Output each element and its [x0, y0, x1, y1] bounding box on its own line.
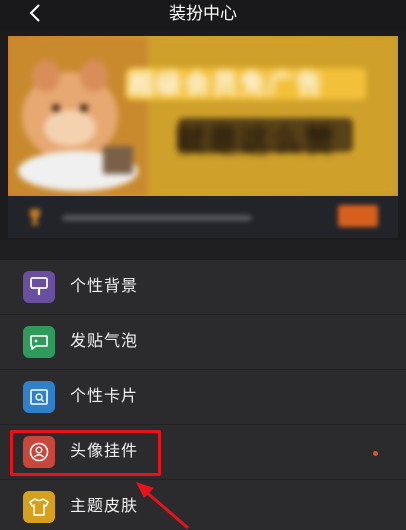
chat-bubble-icon	[23, 326, 55, 358]
red-arrow-icon	[136, 482, 189, 530]
screen: 装扮中心 超级会员免广告 就是这么赞 个性背景 发贴气泡 个性卡片 头像挂件 主…	[0, 0, 406, 530]
card-icon	[23, 381, 55, 413]
notice-bar[interactable]	[8, 196, 398, 238]
menu-item-background[interactable]: 个性背景	[0, 260, 406, 315]
menu-item-label: 个性卡片	[70, 386, 139, 405]
page-title: 装扮中心	[169, 4, 237, 24]
notice-action-button[interactable]	[338, 205, 378, 227]
menu-item-label: 主题皮肤	[70, 496, 139, 515]
top-bar: 装扮中心	[0, 0, 406, 30]
menu-item-label: 个性背景	[70, 276, 139, 295]
trophy-icon	[30, 209, 40, 225]
decor-menu: 个性背景 发贴气泡 个性卡片 头像挂件 主题皮肤	[0, 260, 406, 530]
notice-text	[62, 215, 252, 221]
menu-item-label: 发贴气泡	[70, 331, 139, 350]
brush-icon	[23, 271, 55, 303]
highlight-annotation	[10, 430, 161, 476]
promo-banner[interactable]: 超级会员免广告 就是这么赞	[8, 36, 398, 196]
banner-headline-1: 超级会员免广告	[128, 70, 325, 100]
menu-item-theme[interactable]: 主题皮肤	[0, 480, 406, 530]
menu-item-card[interactable]: 个性卡片	[0, 370, 406, 425]
banner-area: 超级会员免广告 就是这么赞	[0, 30, 406, 240]
tshirt-icon	[23, 491, 55, 523]
menu-item-bubble[interactable]: 发贴气泡	[0, 315, 406, 370]
new-indicator-dot	[373, 451, 378, 456]
section-gap	[0, 240, 406, 260]
banner-headline-2: 就是这么赞	[176, 124, 336, 159]
